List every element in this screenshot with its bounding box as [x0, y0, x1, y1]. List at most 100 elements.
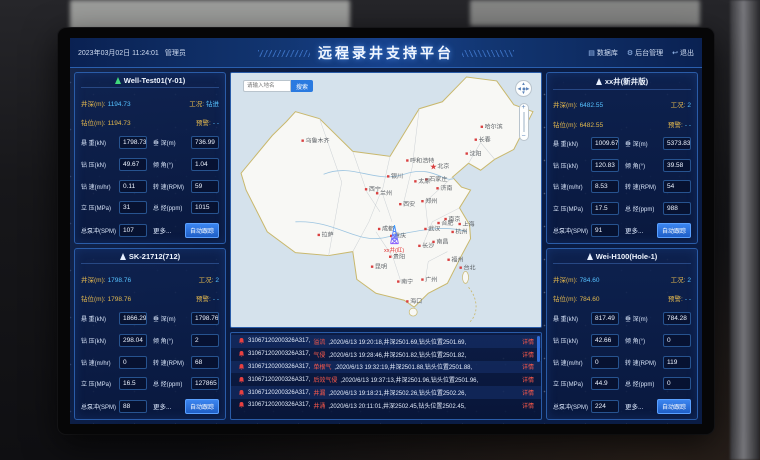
panel-actions: 更多... 自动跟踪 [153, 223, 219, 238]
metric-row: 悬 重(kN)817.49垂 深(m)784.28 [553, 312, 691, 325]
city-dot [406, 159, 408, 161]
well-name: Wei-H100(Hole-1) [596, 252, 658, 261]
kv-pair: 预警:- - [668, 119, 691, 129]
auto-track-button[interactable]: 自动跟踪 [657, 223, 691, 238]
city-dot [432, 241, 434, 243]
city-dot [406, 300, 408, 302]
header-left: 2023年03月02日 11:24:01 管理员 [78, 48, 186, 58]
zoom-out-icon[interactable]: − [521, 133, 525, 140]
app-header: 2023年03月02日 11:24:01 管理员 远程录井支持平台 ▤数据库⚙后… [70, 38, 702, 68]
metric-label: 钻 压(kN) [553, 161, 591, 170]
metric: 转 速(RPM)59 [153, 180, 219, 193]
metric: 总泵冲(SPM)224 [553, 400, 619, 413]
alarm-rows: 31067120200326A317,溢流,2020/6/13 19:20:18… [231, 335, 541, 412]
metric-label: 立 压(MPa) [81, 203, 119, 212]
metric: 总 烃(ppm)127865 [153, 377, 219, 390]
kv-pair: 钻位(m):784.60 [553, 293, 599, 303]
metric-value: 91 [591, 224, 619, 237]
zoom-in-icon[interactable]: + [521, 104, 525, 111]
alarm-type: 井漏 [313, 388, 325, 397]
nav-admin[interactable]: ⚙后台管理 [627, 48, 663, 58]
more-link[interactable]: 更多... [625, 401, 643, 411]
kv-value: 钻进 [206, 101, 219, 108]
metric-value: 42.66 [591, 334, 619, 347]
nav-database[interactable]: ▤数据库 [588, 48, 618, 58]
metric-value: 2 [191, 334, 219, 347]
alarm-row[interactable]: 31067120200326A317,井漏,2020/6/13 19:18:21… [231, 386, 541, 399]
header-user: 管理员 [165, 48, 186, 58]
alarm-detail-link[interactable]: 详情 [522, 350, 534, 359]
kv-pair: 预警:- - [196, 293, 219, 303]
metric: 立 压(MPa)31 [81, 201, 147, 214]
pan-center-icon[interactable] [522, 87, 525, 90]
city-label: 长春 [479, 136, 491, 144]
search-input[interactable] [243, 80, 291, 92]
city-dot [387, 175, 389, 177]
metric: 立 压(MPa)44.9 [553, 377, 619, 390]
well-site-marker[interactable]: xx井(红) [384, 224, 404, 254]
city-label: 昆明 [375, 263, 387, 270]
panel-title-bar: Well-Test01(Y-01) [81, 76, 219, 88]
logout-icon: ↩ [672, 49, 678, 57]
pan-left-icon[interactable]: ◀ [518, 86, 521, 91]
zoom-track[interactable] [523, 112, 525, 132]
auto-track-button[interactable]: 自动跟踪 [657, 399, 691, 414]
nav-logout[interactable]: ↩退出 [672, 48, 694, 58]
search-button[interactable]: 搜索 [291, 80, 313, 92]
alarm-detail-link[interactable]: 详情 [522, 337, 534, 346]
alarm-row[interactable]: 31067120200326A317,气侵,2020/6/13 19:28:46… [231, 348, 541, 361]
kv-label: 钻位(m): [81, 120, 106, 127]
alarm-row[interactable]: 31067120200326A317,后效气侵,2020/6/13 19:37:… [231, 373, 541, 386]
city-dot [421, 200, 423, 202]
metric-label: 倾 角(°) [153, 336, 191, 345]
city-dot [475, 138, 477, 140]
city-dot [378, 228, 380, 230]
metric-value: 120.83 [591, 159, 619, 172]
derrick-icon [587, 253, 593, 260]
china-map[interactable]: ★北京哈尔滨长春沈阳呼和浩特石家庄太原济南郑州西安兰州银川西宁乌鲁木齐拉萨成都重… [230, 72, 542, 328]
metric: 垂 深(m)784.28 [625, 312, 691, 325]
metric-label: 悬 重(kN) [553, 139, 591, 148]
kv-label: 井深(m): [81, 101, 106, 108]
alarm-row[interactable]: 31067120200326A317,单根气,2020/6/13 19:32:1… [231, 361, 541, 374]
right-well-column: xx井(新井版)井深(m):6482.55工况:2钻位(m):6482.55预警… [546, 72, 698, 420]
city-label: 郑州 [425, 197, 437, 205]
alarm-type: 井涌 [313, 401, 325, 410]
alarm-scrollbar[interactable] [537, 336, 540, 362]
header-decoration [462, 50, 514, 57]
city-dot [421, 278, 423, 280]
kv-value: 1194.73 [108, 120, 131, 127]
auto-track-button[interactable]: 自动跟踪 [185, 399, 219, 414]
metric: 钻 压(kN)120.83 [553, 159, 619, 172]
metric-row: 立 压(MPa)44.9总 烃(ppm)0 [553, 377, 691, 390]
panel-title-bar: SK-21712(712) [81, 252, 219, 264]
more-link[interactable]: 更多... [153, 401, 171, 411]
alarm-detail-link[interactable]: 详情 [522, 401, 534, 410]
metric-label: 转 速(RPM) [625, 182, 663, 191]
map-zoom-control[interactable]: + − [519, 103, 529, 141]
pan-right-icon[interactable]: ▶ [526, 86, 529, 91]
map-pan-control[interactable]: ▲ ▼ ◀ ▶ [515, 80, 532, 97]
alarm-row[interactable]: 31067120200326A317,溢流,2020/6/13 19:20:18… [231, 335, 541, 348]
alarm-detail-link[interactable]: 详情 [522, 362, 534, 371]
auto-track-button[interactable]: 自动跟踪 [185, 223, 219, 238]
derrick-icon [115, 77, 121, 84]
more-link[interactable]: 更多... [153, 225, 171, 235]
metric-label: 转 速(RPM) [153, 358, 191, 367]
alarm-bell-icon [238, 376, 245, 384]
metric-value: 49.67 [119, 158, 147, 171]
well-panel-well-test01: Well-Test01(Y-01)井深(m):1194.73工况:钻进钻位(m)… [74, 72, 226, 244]
city-label: 上海 [462, 220, 474, 228]
city-dot [437, 222, 439, 224]
derrick-icon [388, 224, 401, 246]
pan-down-icon[interactable]: ▼ [521, 91, 525, 96]
metric-label: 总泵冲(SPM) [81, 402, 119, 411]
metric-row: 总泵冲(SPM)224 更多... 自动跟踪 [553, 399, 691, 414]
alarm-detail-link[interactable]: 详情 [522, 388, 534, 397]
more-link[interactable]: 更多... [625, 225, 643, 235]
alarm-row[interactable]: 31067120200326A317,井涌,2020/6/13 20:11:01… [231, 399, 541, 412]
metric-row: 钻 速(m/hr)0.11转 速(RPM)59 [81, 180, 219, 193]
alarm-detail-link[interactable]: 详情 [522, 375, 534, 384]
well-name: xx井(新井版) [605, 76, 648, 87]
metric-value: 1009.67 [591, 137, 619, 150]
